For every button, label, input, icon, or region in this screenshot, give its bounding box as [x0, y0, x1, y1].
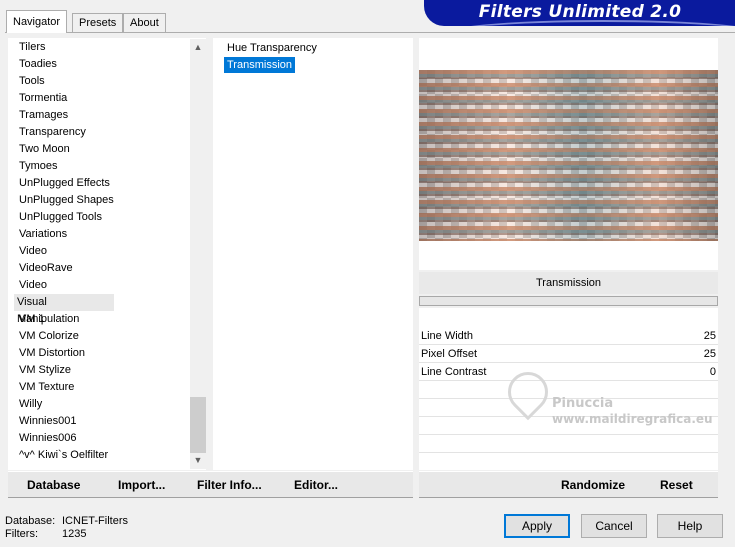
category-item[interactable]: UnPlugged Tools	[17, 209, 104, 226]
filter-item-hue-transparency[interactable]: Hue Transparency	[224, 40, 320, 56]
tab-about[interactable]: About	[123, 13, 166, 32]
status-filters-value: 1235	[62, 528, 87, 540]
param-row-line-contrast[interactable]: Line Contrast 0	[419, 363, 718, 381]
scroll-thumb[interactable]	[190, 397, 206, 453]
category-item[interactable]: VM Colorize	[17, 328, 81, 345]
param-value[interactable]: 25	[704, 327, 716, 345]
category-item[interactable]: Winnies001	[17, 413, 78, 430]
param-progress-bar	[419, 296, 718, 306]
filter-list[interactable]	[213, 38, 413, 470]
category-item[interactable]: Tymoes	[17, 158, 60, 175]
tab-presets[interactable]: Presets	[72, 13, 124, 32]
param-value[interactable]: 0	[710, 363, 716, 381]
banner-title: Filters Unlimited 2.0	[478, 2, 682, 22]
category-item[interactable]: Visual Manipulation	[14, 294, 114, 325]
preview-image	[419, 70, 718, 241]
category-item[interactable]: Winnies006	[17, 430, 78, 447]
category-item[interactable]: Transparency	[17, 124, 88, 141]
category-item[interactable]: Video	[17, 243, 49, 260]
param-row-line-width[interactable]: Line Width 25	[419, 327, 718, 345]
tab-navigator[interactable]: Navigator	[6, 10, 68, 33]
reset-button[interactable]: Reset	[660, 478, 693, 492]
category-item[interactable]: Toadies	[17, 56, 59, 73]
category-item[interactable]: ^v^ Kiwi`s Oelfilter	[17, 447, 110, 464]
param-label: Line Contrast	[421, 366, 487, 378]
watermark-name: Pinuccia	[552, 396, 614, 411]
cancel-button[interactable]: Cancel	[581, 514, 647, 538]
category-item[interactable]: VM Stylize	[17, 362, 73, 379]
param-value[interactable]: 25	[704, 345, 716, 363]
watermark-url: www.maildiregrafica.eu	[552, 412, 713, 426]
param-row-pixel-offset[interactable]: Pixel Offset 25	[419, 345, 718, 363]
status-filters-label: Filters:	[5, 528, 38, 540]
category-item[interactable]: Tormentia	[17, 90, 69, 107]
database-button[interactable]: Database	[27, 478, 80, 492]
category-item[interactable]: VM Texture	[17, 379, 76, 396]
tab-strip-line	[5, 32, 735, 33]
apply-button[interactable]: Apply	[504, 514, 570, 538]
scroll-down-icon[interactable]: ▼	[190, 452, 206, 469]
filter-title: Transmission	[419, 272, 718, 294]
editor-button[interactable]: Editor...	[294, 478, 338, 492]
category-item[interactable]: UnPlugged Effects	[17, 175, 112, 192]
category-item[interactable]: Two Moon	[17, 141, 72, 158]
help-button[interactable]: Help	[657, 514, 723, 538]
category-item[interactable]: Variations	[17, 226, 69, 243]
category-item[interactable]: Willy	[17, 396, 44, 413]
param-label: Line Width	[421, 330, 473, 342]
category-item[interactable]: UnPlugged Shapes	[17, 192, 116, 209]
status-database-value: ICNET-Filters	[62, 515, 128, 527]
randomize-button[interactable]: Randomize	[561, 478, 625, 492]
category-item[interactable]: Tools	[17, 73, 47, 90]
filter-info-button[interactable]: Filter Info...	[197, 478, 262, 492]
scroll-up-icon[interactable]: ▲	[190, 39, 206, 56]
category-item[interactable]: Video	[17, 277, 49, 294]
category-item[interactable]: Tilers	[17, 39, 47, 56]
param-label: Pixel Offset	[421, 348, 478, 360]
import-button[interactable]: Import...	[118, 478, 165, 492]
category-item[interactable]: Tramages	[17, 107, 70, 124]
category-item[interactable]: VideoRave	[17, 260, 75, 277]
filter-item-transmission[interactable]: Transmission	[224, 57, 295, 73]
category-item[interactable]: VM Distortion	[17, 345, 87, 362]
category-scrollbar[interactable]: ▲ ▼	[190, 39, 206, 469]
category-item[interactable]: VM 1	[17, 311, 47, 328]
status-database-label: Database:	[5, 515, 56, 527]
param-row-empty	[419, 435, 718, 453]
